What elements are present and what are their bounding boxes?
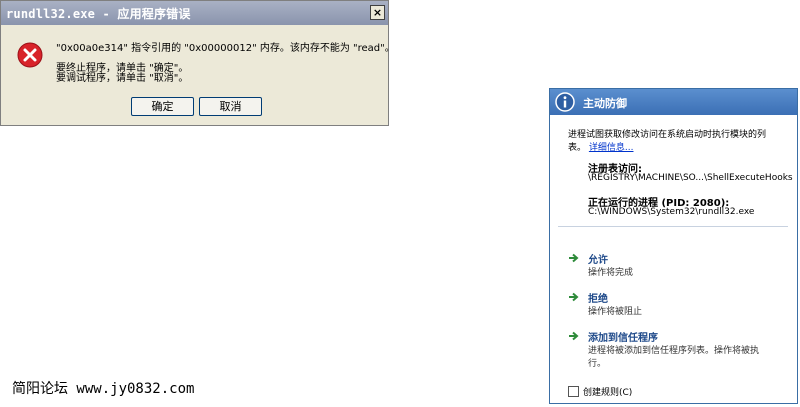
ok-button[interactable]: 确定 xyxy=(131,97,194,116)
deny-title: 拒绝 xyxy=(588,294,608,305)
close-button[interactable]: × xyxy=(370,5,385,20)
process-path: C:\WINDOWS\System32\rundll32.exe xyxy=(588,207,755,217)
registry-path: \REGISTRY\MACHINE\SO...\ShellExecuteHook… xyxy=(588,173,793,183)
title-bar[interactable]: rundll32.exe - 应用程序错误 × xyxy=(1,1,388,25)
description-tail: 表。 xyxy=(568,143,587,153)
panel-header: 主动防御 xyxy=(550,89,797,115)
description-line-2: 表。 详细信息... xyxy=(568,140,633,153)
error-x-icon xyxy=(17,42,43,68)
deny-desc: 操作将被阻止 xyxy=(588,307,643,317)
error-message: "0x00a0e314" 指令引用的 "0x00000012" 内存。该内存不能… xyxy=(56,43,395,54)
details-link[interactable]: 详细信息... xyxy=(589,143,634,153)
divider xyxy=(558,226,788,227)
trust-desc-cont: 行。 xyxy=(588,359,607,369)
trust-title: 添加到信任程序 xyxy=(588,333,658,344)
debug-instruction: 要调试程序，请单击 "取消"。 xyxy=(56,73,189,84)
error-dialog: rundll32.exe - 应用程序错误 × "0x00a0e314" 指令引… xyxy=(0,0,395,126)
trust-desc: 进程将被添加到信任程序列表。操作将被执 xyxy=(588,346,760,356)
checkbox-box[interactable] xyxy=(568,386,579,397)
description-line: 进程试图获取修改访问在系统启动时执行模块的列 xyxy=(568,130,767,140)
forum-watermark: 简阳论坛 www.jy0832.com xyxy=(12,381,195,397)
arrow-right-icon xyxy=(569,292,579,302)
panel-title: 主动防御 xyxy=(583,97,627,110)
arrow-right-icon xyxy=(569,253,579,263)
create-rule-label: 创建规则(C) xyxy=(583,388,633,398)
dialog-title: rundll32.exe - 应用程序错误 xyxy=(6,7,191,21)
info-icon xyxy=(555,92,575,112)
arrow-right-icon xyxy=(569,331,579,341)
protection-alert-panel: 主动防御 进程试图获取修改访问在系统启动时执行模块的列 表。 详细信息... 注… xyxy=(549,88,798,404)
allow-desc: 操作将完成 xyxy=(588,268,634,278)
allow-title: 允许 xyxy=(588,255,608,266)
cancel-button[interactable]: 取消 xyxy=(199,97,262,116)
